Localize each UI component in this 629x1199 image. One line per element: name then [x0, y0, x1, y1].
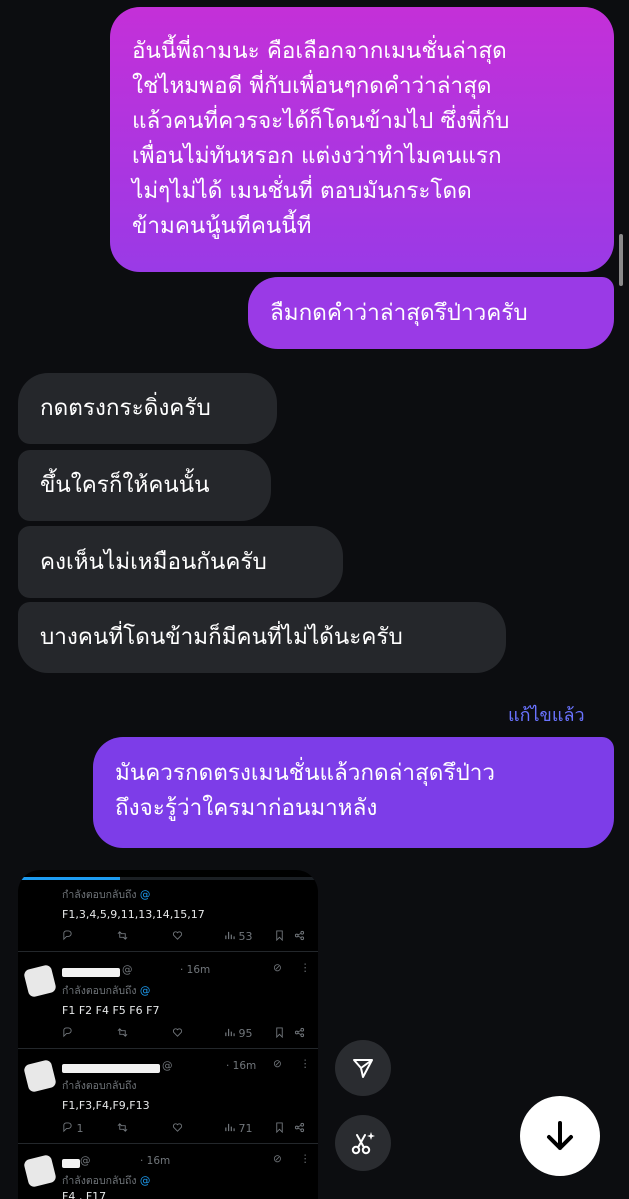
bookmark-icon — [274, 1027, 285, 1040]
chat-scrollbar[interactable] — [619, 234, 623, 286]
outgoing-message-bubble[interactable]: อันนี้พี่ถามนะ คือเลือกจากเมนชั่นล่าสุด … — [110, 7, 614, 272]
views-count: 53 — [238, 930, 253, 943]
send-button[interactable] — [335, 1040, 391, 1096]
handle: @ — [80, 1155, 91, 1167]
share-icon — [294, 1122, 305, 1135]
tweet-actions: 53 — [62, 930, 310, 944]
progress-fill — [18, 877, 120, 880]
incoming-message-bubble[interactable]: บางคนที่โดนข้ามก็มีคนที่ไม่ได้นะครับ — [18, 602, 506, 673]
tweet-content: F1,F3,F4,F9,F13 — [62, 1099, 150, 1112]
redacted-name — [62, 1159, 80, 1168]
outgoing-message-bubble[interactable]: ลืมกดคำว่าล่าสุดรึป่าวครับ — [248, 277, 614, 349]
tweet-content: F4 , F17 — [62, 1190, 107, 1199]
tweet-time: · 16m — [180, 964, 211, 976]
message-line: ข้ามคนนู้นทีคนนี้ที — [132, 213, 312, 239]
replies-count: 1 — [76, 1122, 84, 1135]
views-icon: 71 — [224, 1122, 253, 1135]
redacted-name — [62, 968, 120, 977]
share-icon — [294, 1027, 305, 1040]
incoming-message-bubble[interactable]: คงเห็นไม่เหมือนกันครับ — [18, 526, 343, 598]
reply-mention: @ — [139, 889, 151, 901]
tweet-row: @ · 16m ⊘ ⋮ กำลังตอบกลับถึง @ F1 F2 F4 F… — [18, 953, 318, 1049]
like-icon — [172, 930, 183, 943]
views-icon: 53 — [224, 930, 253, 943]
share-icon — [294, 930, 305, 943]
handle: @ — [162, 1060, 173, 1072]
tweet-actions: 95 — [62, 1027, 310, 1041]
message-line: อันนี้พี่ถามนะ คือเลือกจากเมนชั่นล่าสุด — [132, 38, 507, 64]
tweet-row: @ · 16m ⊘ ⋮ กำลังตอบกลับถึง F1,F3,F4,F9,… — [18, 1050, 318, 1144]
reply-to-line: กำลังตอบกลับถึง @ — [62, 886, 150, 903]
repost-icon — [117, 930, 128, 943]
tweet-row: กำลังตอบกลับถึง @ F1,3,4,5,9,11,13,14,15… — [18, 884, 318, 952]
message-text: คงเห็นไม่เหมือนกันครับ — [40, 548, 267, 575]
reply-mention: @ — [139, 985, 151, 997]
reply-to-line: กำลังตอบกลับถึง @ — [62, 1172, 150, 1189]
incoming-message-bubble[interactable]: กดตรงกระดิ่งครับ — [18, 373, 277, 444]
message-text: ขึ้นใครก็ให้คนนั้น — [40, 472, 210, 498]
repost-icon — [117, 1122, 128, 1135]
more-icon: ⋮ — [300, 962, 311, 974]
reply-to-line: กำลังตอบกลับถึง — [62, 1077, 137, 1094]
outgoing-message-bubble[interactable]: มันควรกดตรงเมนชั่นแล้วกดล่าสุดรึป่าว ถึง… — [93, 737, 614, 848]
message-line: มันควรกดตรงเมนชั่นแล้วกดล่าสุดรึป่าว — [115, 760, 496, 786]
reply-mention: @ — [139, 1175, 151, 1187]
handle: @ — [122, 964, 133, 976]
grok-icon: ⊘ — [273, 962, 282, 974]
avatar — [23, 964, 57, 998]
incoming-message-bubble[interactable]: ขึ้นใครก็ให้คนนั้น — [18, 450, 271, 521]
avatar — [23, 1059, 57, 1093]
tweet-content: F1 F2 F4 F5 F6 F7 — [62, 1004, 160, 1017]
reply-prefix: กำลังตอบกลับถึง — [62, 1175, 137, 1187]
views-count: 71 — [238, 1122, 253, 1135]
ai-edit-button[interactable] — [335, 1115, 391, 1171]
more-icon: ⋮ — [300, 1153, 311, 1165]
reply-icon: 1 — [62, 1122, 84, 1135]
avatar — [23, 1154, 57, 1188]
message-text: ลืมกดคำว่าล่าสุดรึป่าวครับ — [270, 299, 528, 326]
reply-prefix: กำลังตอบกลับถึง — [62, 985, 137, 997]
reply-prefix: กำลังตอบกลับถึง — [62, 1080, 137, 1092]
redacted-name — [62, 1064, 160, 1073]
bookmark-icon — [274, 930, 285, 943]
bookmark-icon — [274, 1122, 285, 1135]
tweet-actions: 1 71 — [62, 1122, 310, 1136]
tweet-time: · 16m — [140, 1155, 171, 1167]
views-count: 95 — [238, 1027, 253, 1040]
loading-progress-bar — [18, 877, 318, 880]
scroll-down-button[interactable] — [520, 1096, 600, 1176]
shared-screenshot-image[interactable]: กำลังตอบกลับถึง @ F1,3,4,5,9,11,13,14,15… — [18, 870, 318, 1199]
reply-icon — [62, 930, 73, 943]
message-line: เพื่อนไม่ทันหรอก แต่งงว่าทำไมคนแรก — [132, 143, 502, 169]
grok-icon: ⊘ — [273, 1153, 282, 1165]
repost-icon — [117, 1027, 128, 1040]
reply-icon — [62, 1027, 73, 1040]
message-line: ไม่ๆไม่ได้ เมนชั่นที่ ตอบมันกระโดด — [132, 178, 472, 204]
message-line: ถึงจะรู้ว่าใครมาก่อนมาหลัง — [115, 795, 378, 821]
edited-label[interactable]: แก้ไขแล้ว — [508, 700, 585, 729]
grok-icon: ⊘ — [273, 1058, 282, 1070]
message-text: บางคนที่โดนข้ามก็มีคนที่ไม่ได้นะครับ — [40, 624, 403, 650]
reply-to-line: กำลังตอบกลับถึง @ — [62, 982, 150, 999]
tweet-row: @ · 16m ⊘ ⋮ กำลังตอบกลับถึง @ F4 , F17 — [18, 1145, 318, 1199]
like-icon — [172, 1027, 183, 1040]
tweet-time: · 16m — [226, 1060, 257, 1072]
like-icon — [172, 1122, 183, 1135]
arrow-down-icon — [547, 1121, 573, 1150]
more-icon: ⋮ — [300, 1058, 311, 1070]
message-line: ใช่ไหมพอดี พี่กับเพื่อนๆกดคำว่าล่าสุด — [132, 73, 492, 99]
message-line: แล้วคนที่ควรจะได้ก็โดนข้ามไป ซึ่งพี่กับ — [132, 108, 510, 134]
send-icon — [353, 1059, 373, 1078]
scissors-sparkle-icon — [351, 1132, 375, 1155]
views-icon: 95 — [224, 1027, 253, 1040]
tweet-content: F1,3,4,5,9,11,13,14,15,17 — [62, 908, 205, 921]
message-text: กดตรงกระดิ่งครับ — [40, 395, 211, 421]
reply-prefix: กำลังตอบกลับถึง — [62, 889, 137, 901]
